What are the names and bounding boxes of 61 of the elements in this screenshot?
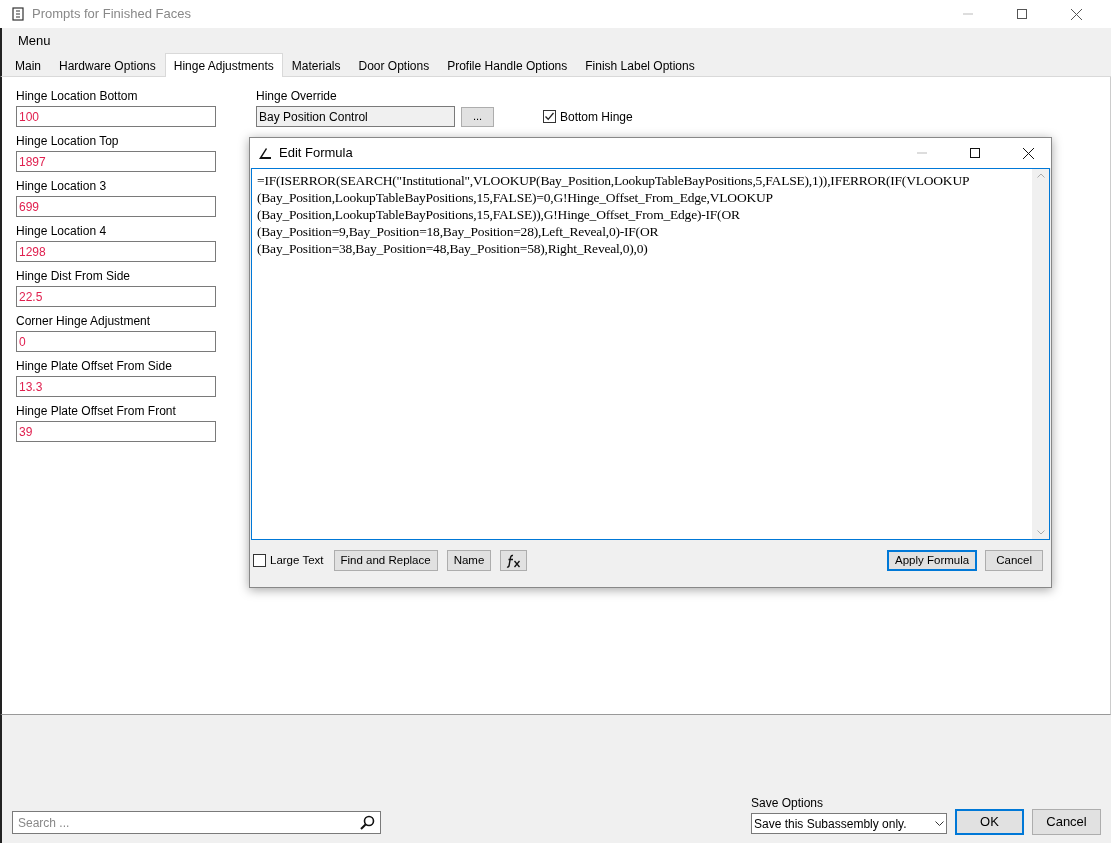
field-label: Hinge Plate Offset From Front [16,403,177,420]
dropdown[interactable]: Save this Subassembly only. [751,813,947,834]
dialog-button[interactable]: Find and Replace [333,550,438,571]
checkbox[interactable] [543,110,556,123]
formula-line: (Bay_Position,LookupTableBayPositions,15,FALSE)),G!Hinge_Offset_From_Edge)-IF(OR [257,206,741,223]
scrollbar[interactable] [1032,169,1049,539]
search-field[interactable]: Search ... [12,811,381,834]
tab[interactable]: Hardware Options [50,55,165,76]
tab[interactable]: Hinge Adjustments [164,53,283,77]
field-label: Hinge Location 4 [16,223,108,240]
browse-button[interactable]: ... [461,106,494,127]
search-icon [360,815,375,830]
scroll-down-icon [1036,530,1045,535]
tab[interactable]: Main [6,55,50,76]
chevron-icon [935,820,944,827]
field-label: Hinge Plate Offset From Side [16,358,173,375]
apply-formula-button[interactable]: Apply Formula [887,550,978,571]
function-icon [505,553,522,568]
formula-line: (Bay_Position=9,Bay_Position=18,Bay_Position=28),Left_Reveal,0)-IF(OR [257,223,660,240]
input-field[interactable]: 100 [16,106,216,127]
dropdown-field[interactable]: Bay Position Control [256,106,455,127]
field-label: Hinge Location Top [16,133,120,150]
field-label: Hinge Location Bottom [16,88,139,105]
field-label: Hinge Location 3 [16,178,108,195]
menu-item[interactable]: Menu [18,30,51,51]
dialog-button[interactable]: Name [446,550,492,571]
maximize-icon [1017,9,1027,19]
formula-line: =IF(ISERROR(SEARCH("Institutional",VLOOKUP(Bay_Position,LookupTableBayPositions,5,FALSE),1)),IFERROR(IF(VLOOKUP [257,172,971,189]
field-label: Corner Hinge Adjustment [16,313,152,330]
formula-line: (Bay_Position,LookupTableBayPositions,15,FALSE)=0,G!Hinge_Offset_From_Edge,VLOOKUP [257,189,774,206]
tab[interactable]: Door Options [349,55,439,76]
function-button[interactable] [500,550,528,571]
window-title: Prompts for Finished Faces [32,5,191,24]
formula-line: (Bay_Position=38,Bay_Position=48,Bay_Position=58),Right_Reveal,0),0) [257,240,649,257]
document-icon [12,7,24,21]
dialog-title: Edit Formula [279,144,353,163]
input-field[interactable]: 22.5 [16,286,216,307]
input-field[interactable]: 0 [16,331,216,352]
cancel-button[interactable]: Cancel [1032,809,1101,835]
input-field[interactable]: 39 [16,421,216,442]
ok-button[interactable]: OK [955,809,1024,835]
field-label: Save Options [751,795,825,812]
field-label: Hinge Override [256,88,338,105]
tab[interactable]: Materials [282,55,350,76]
tab[interactable]: Profile Handle Options [438,55,577,76]
formula-icon [258,146,272,160]
input-field[interactable]: 13.3 [16,376,216,397]
input-field[interactable]: 699 [16,196,216,217]
maximize-icon [970,148,980,158]
tab[interactable]: Finish Label Options [576,55,704,76]
scroll-up-icon [1036,173,1045,178]
input-field[interactable]: 1897 [16,151,216,172]
input-field[interactable]: 1298 [16,241,216,262]
field-label: Hinge Dist From Side [16,268,132,285]
cancel-button[interactable]: Cancel [985,550,1043,571]
checkbox-label: Large Text [270,552,324,568]
checkbox[interactable] [253,554,266,567]
close-icon [1070,8,1082,20]
close-icon [1022,147,1034,159]
checkbox-label: Bottom Hinge [560,108,633,126]
formula-editor[interactable] [251,168,1050,540]
